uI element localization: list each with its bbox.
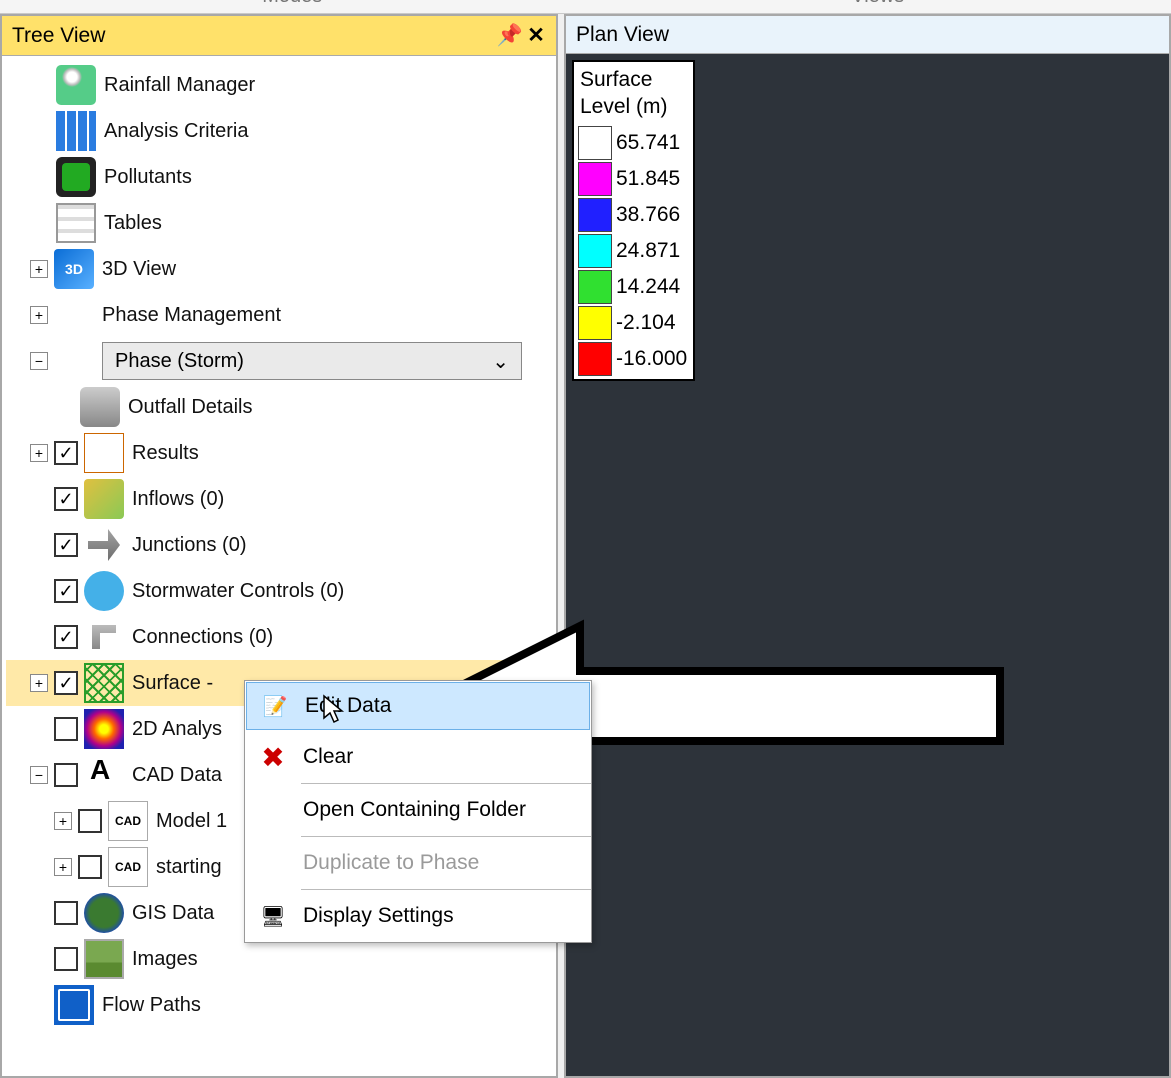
checkbox[interactable] bbox=[54, 579, 78, 603]
edit-icon: 📝 bbox=[251, 686, 299, 726]
chevron-down-icon: ⌄ bbox=[492, 349, 509, 374]
expand-icon[interactable]: + bbox=[54, 812, 72, 830]
cad-file-icon: CAD bbox=[108, 847, 148, 887]
rain-icon bbox=[56, 65, 96, 105]
surface-icon bbox=[84, 663, 124, 703]
context-menu: 📝 Edit Data ✖ Clear Open Containing Fold… bbox=[244, 680, 592, 943]
menu-display-settings[interactable]: 🖥 Display Settings bbox=[245, 890, 591, 942]
inflows-icon bbox=[84, 479, 124, 519]
legend-title: Surface Level (m) bbox=[578, 66, 687, 125]
tree-item-3d-view[interactable]: + 3D 3D View bbox=[6, 246, 552, 292]
plan-view-titlebar: Plan View bbox=[564, 14, 1171, 54]
tree-item-analysis-criteria[interactable]: Analysis Criteria bbox=[6, 108, 552, 154]
ribbon: Modes Views bbox=[0, 0, 1171, 14]
tree-item-junctions[interactable]: Junctions (0) bbox=[6, 522, 552, 568]
phase-icon bbox=[54, 295, 94, 335]
checkbox[interactable] bbox=[54, 947, 78, 971]
outfall-icon bbox=[80, 387, 120, 427]
globe-icon bbox=[84, 893, 124, 933]
swatch bbox=[578, 162, 612, 196]
expand-icon[interactable]: + bbox=[30, 674, 48, 692]
pollutants-icon bbox=[56, 157, 96, 197]
tree-item-results[interactable]: + Results bbox=[6, 430, 552, 476]
flow-icon bbox=[54, 985, 94, 1025]
tree-view-title: Tree View bbox=[12, 24, 105, 48]
phase-dropdown[interactable]: Phase (Storm) ⌄ bbox=[102, 342, 522, 380]
close-icon[interactable]: ✕ bbox=[526, 26, 546, 46]
legend-row: 14.244 bbox=[578, 269, 687, 305]
tree-item-pollutants[interactable]: Pollutants bbox=[6, 154, 552, 200]
tree-item-phase-storm[interactable]: − Phase (Storm) ⌄ bbox=[6, 338, 552, 384]
menu-open-folder[interactable]: Open Containing Folder bbox=[245, 784, 591, 836]
tree-item-outfall[interactable]: Outfall Details bbox=[6, 384, 552, 430]
swatch bbox=[578, 342, 612, 376]
swatch bbox=[578, 234, 612, 268]
checkbox[interactable] bbox=[54, 763, 78, 787]
cad-file-icon: CAD bbox=[108, 801, 148, 841]
checkbox[interactable] bbox=[78, 855, 102, 879]
swatch bbox=[578, 126, 612, 160]
duplicate-icon bbox=[249, 843, 297, 883]
menu-clear[interactable]: ✖ Clear bbox=[245, 731, 591, 783]
swatch bbox=[578, 198, 612, 232]
legend-row: 38.766 bbox=[578, 197, 687, 233]
menu-edit-data[interactable]: 📝 Edit Data bbox=[246, 682, 590, 730]
collapse-icon[interactable]: − bbox=[30, 352, 48, 370]
swatch bbox=[578, 270, 612, 304]
tree-view-titlebar: Tree View 📌 ✕ bbox=[2, 16, 556, 56]
image-icon bbox=[84, 939, 124, 979]
legend-row: 65.741 bbox=[578, 125, 687, 161]
checkbox[interactable] bbox=[54, 717, 78, 741]
checkbox[interactable] bbox=[54, 901, 78, 925]
tree-item-stormwater[interactable]: Stormwater Controls (0) bbox=[6, 568, 552, 614]
expand-icon[interactable]: + bbox=[30, 444, 48, 462]
phase-icon bbox=[54, 341, 94, 381]
analysis-2d-icon bbox=[84, 709, 124, 749]
grid-icon bbox=[56, 111, 96, 151]
junctions-icon bbox=[84, 525, 124, 565]
expand-icon[interactable]: + bbox=[54, 858, 72, 876]
tree-item-tables[interactable]: Tables bbox=[6, 200, 552, 246]
settings-icon: 🖥 bbox=[249, 896, 297, 936]
tree-item-phase-management[interactable]: + Phase Management bbox=[6, 292, 552, 338]
delete-icon: ✖ bbox=[249, 737, 297, 777]
expand-icon[interactable]: + bbox=[30, 306, 48, 324]
collapse-icon[interactable]: − bbox=[30, 766, 48, 784]
tree-item-inflows[interactable]: Inflows (0) bbox=[6, 476, 552, 522]
results-icon bbox=[84, 433, 124, 473]
checkbox[interactable] bbox=[54, 625, 78, 649]
expand-icon[interactable]: + bbox=[30, 260, 48, 278]
tree-item-connections[interactable]: Connections (0) bbox=[6, 614, 552, 660]
checkbox[interactable] bbox=[78, 809, 102, 833]
legend-row: -16.000 bbox=[578, 341, 687, 377]
menu-duplicate: Duplicate to Phase bbox=[245, 837, 591, 889]
checkbox[interactable] bbox=[54, 441, 78, 465]
plan-viewport[interactable]: Surface Level (m) 65.741 51.845 38.766 2… bbox=[564, 54, 1171, 1078]
legend-row: 24.871 bbox=[578, 233, 687, 269]
tree-item-flow-paths[interactable]: Flow Paths bbox=[6, 982, 552, 1028]
cad-icon bbox=[84, 755, 124, 795]
connections-icon bbox=[84, 617, 124, 657]
legend-row: 51.845 bbox=[578, 161, 687, 197]
table-icon bbox=[56, 203, 96, 243]
checkbox[interactable] bbox=[54, 533, 78, 557]
cube-3d-icon: 3D bbox=[54, 249, 94, 289]
folder-icon bbox=[249, 790, 297, 830]
tree-item-rainfall[interactable]: Rainfall Manager bbox=[6, 62, 552, 108]
checkbox[interactable] bbox=[54, 671, 78, 695]
stormwater-icon bbox=[84, 571, 124, 611]
legend: Surface Level (m) 65.741 51.845 38.766 2… bbox=[572, 60, 695, 381]
plan-view-panel: Plan View Surface Level (m) 65.741 51.84… bbox=[564, 14, 1171, 1078]
plan-view-title: Plan View bbox=[576, 23, 669, 47]
legend-row: -2.104 bbox=[578, 305, 687, 341]
checkbox[interactable] bbox=[54, 487, 78, 511]
pin-icon[interactable]: 📌 bbox=[500, 26, 520, 46]
swatch bbox=[578, 306, 612, 340]
